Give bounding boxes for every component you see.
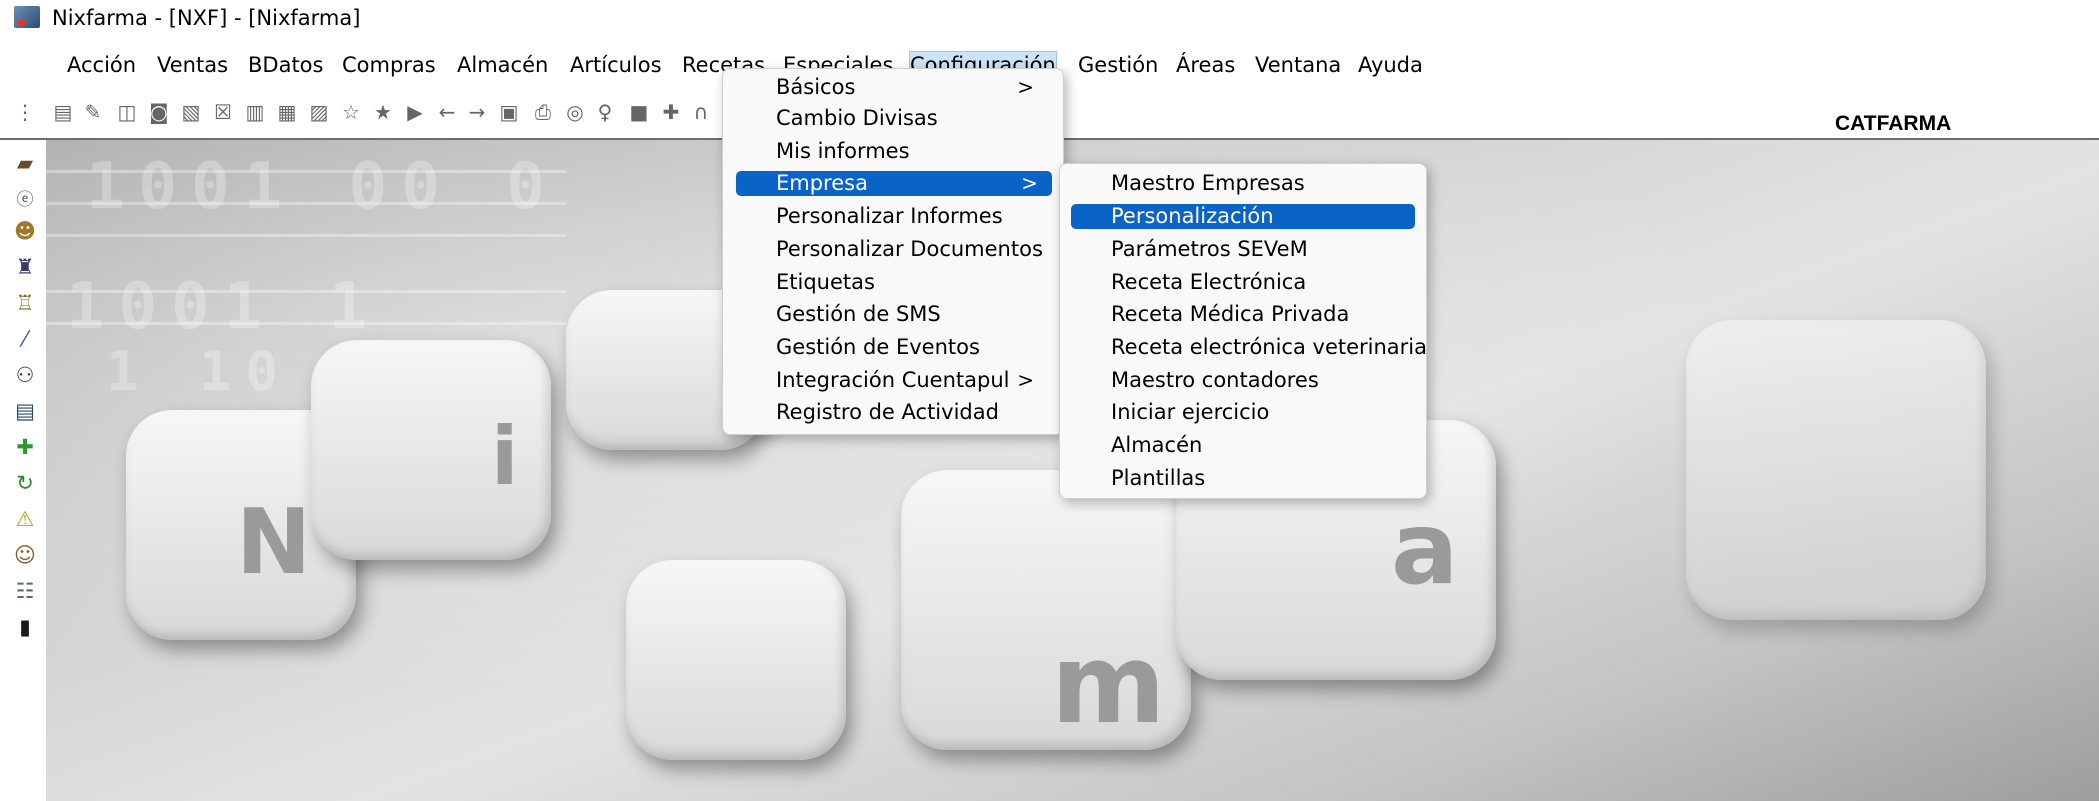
chevron-right-icon: > xyxy=(1017,75,1034,99)
menu-item-gestion-eventos[interactable]: Gestión de Eventos xyxy=(736,333,1048,361)
submenu-item-receta-medica-privada[interactable]: Receta Médica Privada xyxy=(1071,300,1413,328)
cube-icon[interactable]: ◫ xyxy=(116,100,138,124)
printer-icon[interactable]: ▤ xyxy=(12,398,38,424)
add-user-icon[interactable]: ✚ xyxy=(660,100,682,124)
report-icon[interactable]: ▥ xyxy=(244,100,266,124)
keyboard-key: m xyxy=(901,470,1191,750)
menu-item-integracion-cuentapul[interactable]: Integración Cuentapul > xyxy=(736,366,1048,394)
edit-icon[interactable]: ✎ xyxy=(82,100,104,124)
pill-icon[interactable]: ⁄ xyxy=(12,326,38,352)
submenu-item-receta-electronica[interactable]: Receta Electrónica xyxy=(1071,268,1413,296)
barcode-icon[interactable]: ▮ xyxy=(12,614,38,640)
menu-item-mis-informes[interactable]: Mis informes xyxy=(736,137,1048,165)
layout-icon[interactable]: ▨ xyxy=(308,100,330,124)
document-icon[interactable]: ▦ xyxy=(276,100,298,124)
menu-gestion[interactable]: Gestión xyxy=(1078,52,1158,78)
menu-articulos[interactable]: Artículos xyxy=(570,52,662,78)
menu-item-basicos[interactable]: Básicos > xyxy=(736,73,1048,101)
printer-icon[interactable]: ⎙ xyxy=(532,100,554,124)
list-icon[interactable]: ▤ xyxy=(52,100,74,124)
submenu-item-almacen[interactable]: Almacén xyxy=(1071,431,1413,459)
submenu-item-iniciar-ejercicio[interactable]: Iniciar ejercicio xyxy=(1071,398,1413,426)
arrow-left-icon[interactable]: ← xyxy=(436,100,458,124)
grip-icon: ⋮ xyxy=(15,100,35,124)
submenu-item-maestro-contadores[interactable]: Maestro contadores xyxy=(1071,366,1413,394)
pharmacy-label: CATFARMA xyxy=(1835,112,1952,135)
menu-accion[interactable]: Acción xyxy=(67,52,136,78)
menu-item-personalizar-documentos[interactable]: Personalizar Documentos xyxy=(736,235,1048,263)
chevron-right-icon: > xyxy=(1017,368,1034,392)
e-prescription-icon[interactable]: ⓔ xyxy=(12,184,38,210)
chevron-right-icon: > xyxy=(1021,171,1038,195)
key-letter: i xyxy=(491,410,519,503)
submenu-item-parametros-sevem[interactable]: Parámetros SEVeM xyxy=(1071,235,1413,263)
star-icon[interactable]: ★ xyxy=(372,100,394,124)
star-outline-icon[interactable]: ☆ xyxy=(340,100,362,124)
user-search-icon[interactable]: ☻ xyxy=(12,218,38,244)
menu-item-registro-actividad[interactable]: Registro de Actividad xyxy=(736,398,1048,426)
menu-item-cambio-divisas[interactable]: Cambio Divisas xyxy=(736,104,1048,132)
refresh-icon[interactable]: ↻ xyxy=(12,470,38,496)
keyboard-key xyxy=(626,560,846,760)
cash-register-icon[interactable]: ▰ xyxy=(12,150,38,176)
menu-ayuda[interactable]: Ayuda xyxy=(1358,52,1423,78)
title-bar: Nixfarma - [NXF] - [Nixfarma] xyxy=(0,0,2099,36)
arrow-right-icon[interactable]: → xyxy=(466,100,488,124)
menu-almacen[interactable]: Almacén xyxy=(457,52,548,78)
keyboard-key xyxy=(1686,320,1986,620)
keyboard-key: i xyxy=(311,340,551,560)
key-letter: a xyxy=(1391,490,1459,607)
app-logo-icon xyxy=(14,6,40,28)
submenu-item-plantillas[interactable]: Plantillas xyxy=(1071,464,1413,492)
export-icon[interactable]: ▣ xyxy=(498,100,520,124)
book-icon[interactable]: ■ xyxy=(628,100,650,124)
menu-item-gestion-sms[interactable]: Gestión de SMS xyxy=(736,300,1048,328)
note-icon[interactable]: ▧ xyxy=(180,100,202,124)
key-letter: m xyxy=(1051,620,1166,748)
warning-icon[interactable]: ⚠ xyxy=(12,506,38,532)
submenu-item-maestro-empresas[interactable]: Maestro Empresas xyxy=(1071,169,1413,197)
green-cross-icon[interactable]: ✚ xyxy=(12,434,38,460)
menu-item-personalizar-informes[interactable]: Personalizar Informes xyxy=(736,202,1048,230)
menu-areas[interactable]: Áreas xyxy=(1176,52,1235,78)
users-icon[interactable]: ☺ xyxy=(12,542,38,568)
window-title: Nixfarma - [NXF] - [Nixfarma] xyxy=(52,6,361,30)
headset-icon[interactable]: ∩ xyxy=(690,100,712,124)
submenu-item-personalizacion[interactable]: Personalización xyxy=(1071,204,1415,229)
menu-item-empresa[interactable]: Empresa > xyxy=(736,171,1052,196)
menu-bdatos[interactable]: BDatos xyxy=(248,52,323,78)
submenu-item-receta-veterinaria[interactable]: Receta electrónica veterinaria xyxy=(1071,333,1427,361)
menu-compras[interactable]: Compras xyxy=(342,52,436,78)
factory-icon[interactable]: ♖ xyxy=(12,290,38,316)
search-icon[interactable]: ◎ xyxy=(564,100,586,124)
checkbox-icon[interactable]: ☒ xyxy=(212,100,234,124)
location-icon[interactable]: ♀ xyxy=(594,100,616,124)
import-icon[interactable]: ▶ xyxy=(404,100,426,124)
menu-ventana[interactable]: Ventana xyxy=(1255,52,1341,78)
key-letter: N xyxy=(236,490,312,595)
menu-ventas[interactable]: Ventas xyxy=(157,52,228,78)
cart-icon[interactable]: ♜ xyxy=(12,254,38,280)
menu-item-etiquetas[interactable]: Etiquetas xyxy=(736,268,1048,296)
team-icon[interactable]: ☷ xyxy=(12,578,38,604)
bg-digits: 1001 00 0 xyxy=(86,150,559,224)
binoculars-icon[interactable]: ◙ xyxy=(148,100,170,124)
people-icon[interactable]: ⚇ xyxy=(12,362,38,388)
bg-digits: 1001 1 xyxy=(66,270,382,344)
